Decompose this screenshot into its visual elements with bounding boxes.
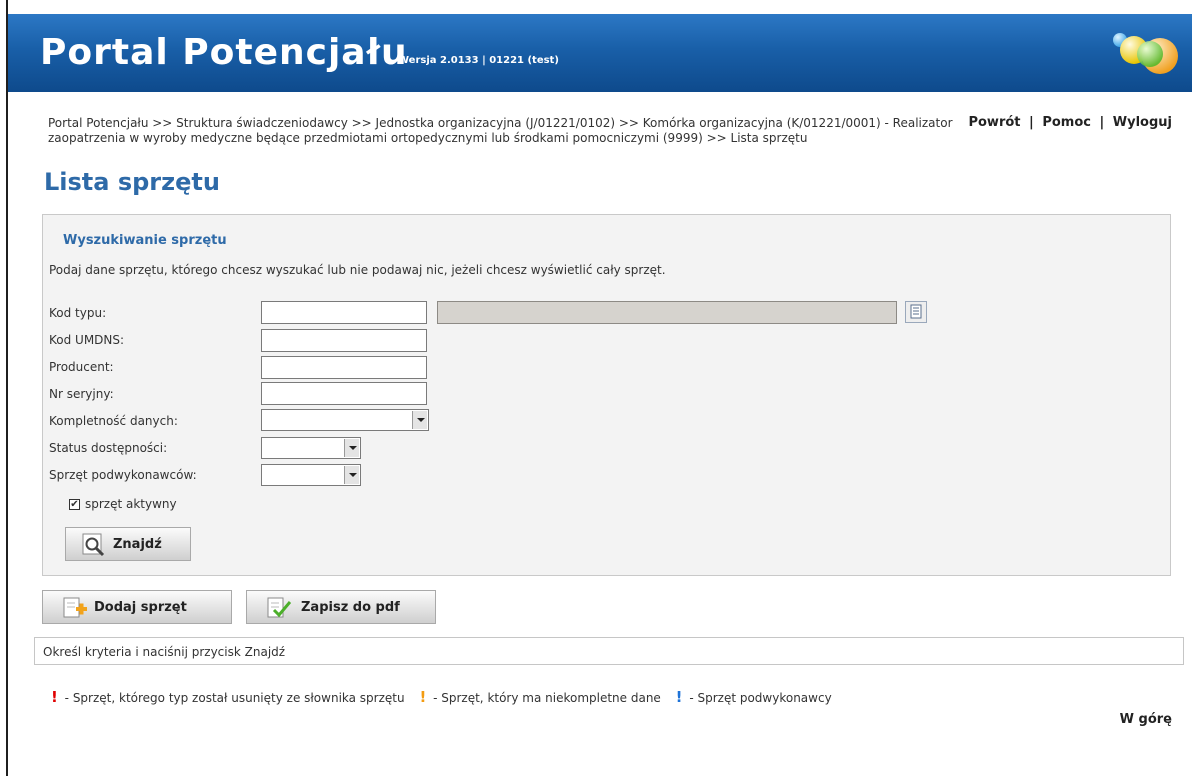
add-equipment-button[interactable]: Dodaj sprzęt [42,590,232,624]
help-link[interactable]: Pomoc [1042,115,1091,130]
info-box: Określ kryteria i naciśnij przycisk Znaj… [34,637,1184,665]
serial-number-input[interactable] [261,382,427,405]
umdns-code-input[interactable] [261,329,427,352]
active-checkbox-label: sprzęt aktywny [85,497,177,511]
app-version: Wersja 2.0133 | 01221 (test) [398,55,559,66]
top-links: Powrót | Pomoc | Wyloguj [968,115,1172,130]
search-panel: Wyszukiwanie sprzętu Podaj dane sprzętu,… [42,214,1171,576]
link-separator: | [1029,115,1034,130]
producer-input[interactable] [261,356,427,379]
app-header: Portal Potencjału Wersja 2.0133 | 01221 … [8,14,1192,92]
subcontractor-select[interactable] [261,464,361,486]
chevron-down-icon [344,439,359,457]
legend-incomplete-text: - Sprzęt, który ma niekompletne dane [433,691,661,705]
legend-subcontractor-text: - Sprzęt podwykonawcy [689,691,832,705]
back-link[interactable]: Powrót [968,115,1020,130]
type-name-field [437,301,897,324]
add-equipment-label: Dodaj sprzęt [94,600,187,615]
active-checkbox[interactable]: ✔ [69,499,80,510]
info-text: Określ kryteria i naciśnij przycisk Znaj… [43,645,286,659]
search-icon [82,533,105,557]
chevron-down-icon [412,411,427,429]
search-panel-title: Wyszukiwanie sprzętu [63,233,227,248]
legend: ! - Sprzęt, którego typ został usunięty … [48,688,832,706]
completeness-select[interactable] [261,409,429,431]
page-title: Lista sprzętu [44,168,220,196]
type-code-label: Kod typu: [49,306,107,320]
umdns-code-label: Kod UMDNS: [49,333,125,347]
logout-link[interactable]: Wyloguj [1113,115,1172,130]
page-left-border [0,0,8,776]
save-pdf-button[interactable]: Zapisz do pdf [246,590,436,624]
link-separator: | [1099,115,1105,130]
find-button[interactable]: Znajdź [65,527,191,561]
list-icon [910,304,922,319]
type-list-button[interactable] [905,301,927,323]
completeness-label: Kompletność danych: [49,414,178,428]
find-button-label: Znajdź [113,537,162,552]
subcontractor-label: Sprzęt podwykonawców: [49,468,197,482]
orange-exclamation-icon: ! [419,688,427,706]
blue-exclamation-icon: ! [675,688,683,706]
producer-label: Producent: [49,360,114,374]
red-exclamation-icon: ! [51,688,58,706]
chevron-down-icon [344,466,359,484]
legend-removed-text: - Sprzęt, którego typ został usunięty ze… [64,691,405,705]
check-document-icon [267,597,291,618]
type-code-input[interactable] [261,301,427,324]
add-document-icon [63,597,87,618]
availability-label: Status dostępności: [49,441,168,455]
scroll-top-link[interactable]: W górę [1120,712,1172,727]
app-title: Portal Potencjału [40,32,408,73]
search-description: Podaj dane sprzętu, którego chcesz wyszu… [49,263,666,277]
availability-select[interactable] [261,437,361,459]
portal-logo-icon [1113,33,1178,74]
save-pdf-label: Zapisz do pdf [301,600,400,615]
serial-number-label: Nr seryjny: [49,387,114,401]
breadcrumb: Portal Potencjału >> Struktura świadczen… [48,116,953,145]
